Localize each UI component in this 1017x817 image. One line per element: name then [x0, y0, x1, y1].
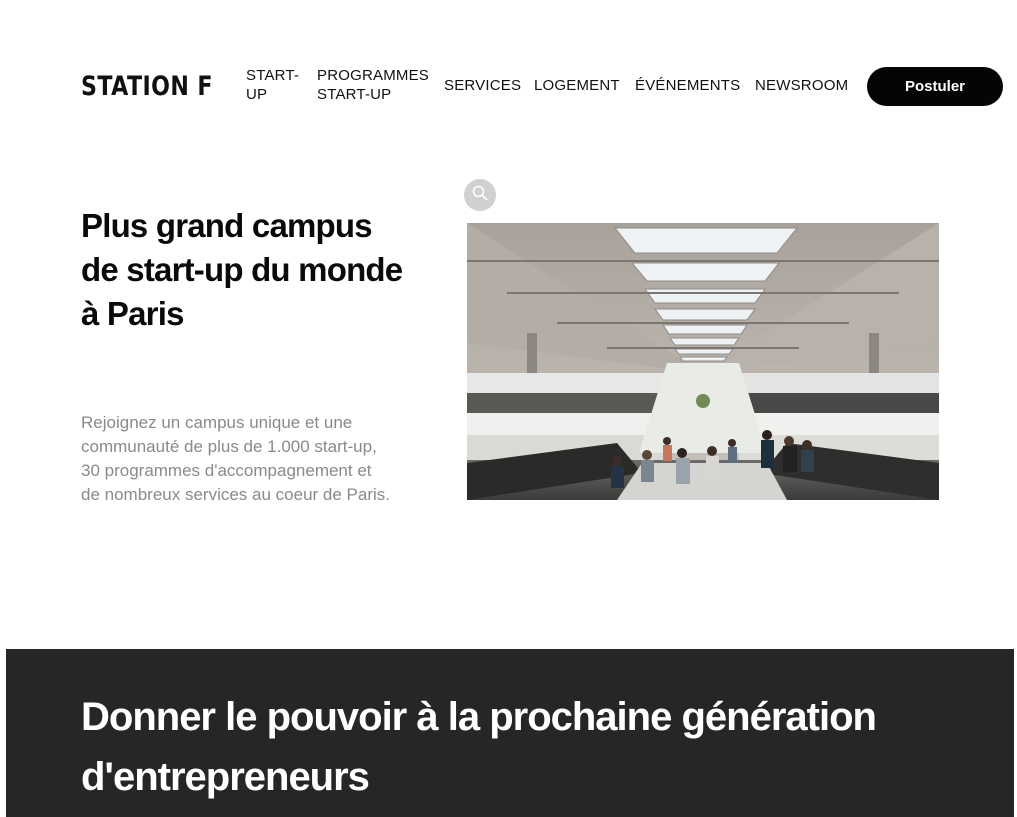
mission-title: Donner le pouvoir à la prochaine générat… — [81, 695, 877, 799]
nav-item-start-up[interactable]: START- UP — [246, 66, 299, 104]
nav-item-logement[interactable]: LOGEMENT — [534, 76, 620, 95]
nav-item-services[interactable]: SERVICES — [444, 76, 521, 95]
hero-title: Plus grand campus de start-up du monde à… — [81, 207, 403, 332]
nav-item-evenements[interactable]: ÉVÉNEMENTS — [635, 76, 740, 95]
zoom-button[interactable] — [464, 179, 496, 211]
logo[interactable]: STATION F — [81, 70, 213, 104]
nav-item-programmes-start-up[interactable]: PROGRAMMES START-UP — [317, 66, 429, 104]
mission-section: Donner le pouvoir à la prochaine générat… — [6, 649, 1014, 817]
nav-item-newsroom[interactable]: NEWSROOM — [755, 76, 848, 95]
search-icon — [471, 184, 489, 207]
postuler-button[interactable]: Postuler — [867, 67, 1003, 106]
hero-description: Rejoignez un campus unique et une commun… — [81, 413, 390, 504]
campus-hall-photo[interactable] — [467, 223, 939, 500]
